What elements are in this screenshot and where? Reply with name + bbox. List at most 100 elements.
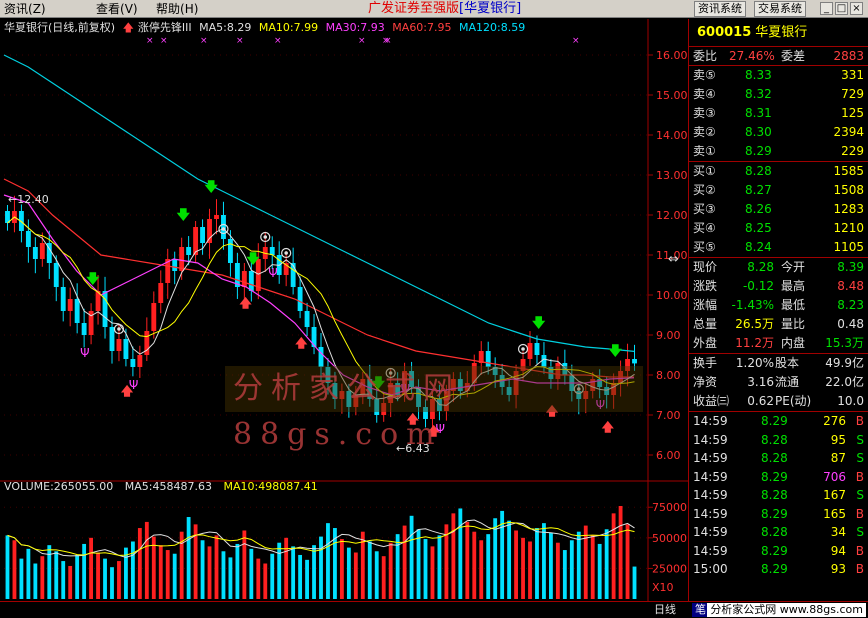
sell-row: 卖④ 8.32 729 [689,85,868,104]
menu-zixun[interactable]: 资讯(Z) [4,1,46,17]
stat-value: 15.3万 [825,336,864,350]
price-axis-label: 8.00 [656,369,681,382]
info-system-button[interactable]: 资讯系统 [694,1,746,17]
candle-down [604,387,610,395]
stat-label: 内盘 [781,336,806,350]
candle-up [513,371,519,395]
sell-signal-icon: 🡇 [609,344,623,359]
volume-bar-down [75,554,80,599]
volume-bar-down [576,531,581,599]
volume-bar-down [291,546,296,599]
tick-volume: 87 [830,451,846,465]
tick-time: 15:00 [693,562,728,576]
volume-bar-down [346,547,351,599]
tick-row: 14:59 8.29 706 B [689,468,868,487]
volume-bar-down [367,541,372,599]
cross-marker-icon: × [274,36,282,46]
candle-up [158,283,164,303]
stat-value: 8.48 [837,279,864,293]
kline-chart-area[interactable]: 16.00 15.00 14.00 13.00 12.00 11.00 10.00 9.00 8… [0,19,688,618]
tick-row: 14:59 8.29 94 B [689,542,868,561]
circle-marker-dot [221,227,226,231]
volume-bar-up [214,535,219,599]
maximize-button[interactable]: □ [835,2,848,15]
tick-price: 8.28 [761,488,788,502]
candle-up [137,355,143,367]
tick-row: 15:00 8.29 93 B [689,560,868,579]
candle-up [207,219,212,243]
indicator-name[interactable]: 涨停先锋III [138,21,192,34]
volume-bar-down [437,535,442,599]
volume-bar-up [625,524,630,599]
tick-row: 14:59 8.28 34 S [689,523,868,542]
stat-label: 现价 [693,260,718,274]
sell-price: 8.33 [745,68,772,82]
stat-row: 换手 1.20% 股本 49.9亿 [689,354,868,373]
sell-volume: 125 [841,106,864,120]
circle-marker-dot [284,251,288,255]
volume-bar-down [270,553,275,599]
candle-up [381,403,387,415]
sell-row: 卖① 8.29 229 [689,142,868,161]
app-title: 广发证券至强版[华夏银行] [368,1,522,16]
stat-row: 净资 3.16 流通 22.0亿 [689,373,868,392]
tick-side: B [855,562,864,576]
tick-price: 8.29 [761,543,788,558]
stat-value: -0.12 [742,279,774,293]
stat-row: 总量 26.5万 量比 0.48 [689,315,868,334]
buy-price: 8.28 [745,164,772,178]
psi-marker-icon: Ψ [401,382,410,396]
buy-signal-icon: 🡅 [239,296,252,310]
weibi-value: 27.46% [729,49,775,63]
stat-value: 0.62 [747,394,774,408]
cross-marker-icon: × [236,36,244,46]
volume-bar-up [430,546,435,599]
candle-up [590,379,596,391]
tick-list[interactable]: 14:59 8.29 276 B 14:59 8.28 95 S 14:59 8.28 87 S 14:… [689,412,868,579]
candle-down [423,407,428,419]
volume-bar-down [458,508,463,599]
volume-bar-down [47,545,52,599]
circle-marker-dot [263,235,268,239]
buy-price: 8.26 [745,202,772,216]
volume-axis-label: 50000 [652,532,687,545]
menu-view[interactable]: 查看(V) [96,1,138,17]
candle-up [555,363,561,379]
volume-bar-down [569,540,574,599]
volume-bar-down [235,543,240,599]
site-link[interactable]: 分析家公式网 www.88gs.com [707,603,866,617]
volume-ma5: MA5:458487.63 [124,480,212,493]
weicha-value: 2883 [833,49,864,63]
volume-bar-down [200,540,205,599]
tab-daily[interactable]: 日线 [654,603,676,617]
buy-signal-icon: 🡅 [546,404,559,418]
sell-row: 卖② 8.30 2394 [689,123,868,142]
volume-bar-up [40,556,45,599]
close-button[interactable]: × [850,2,863,15]
tick-side: S [856,525,864,539]
candle-down [374,399,380,415]
volume-bar-down [312,545,316,599]
volume-bar-up [158,545,163,599]
buy-signal-icon: 🡅 [602,420,615,434]
sell-orders: 卖⑤ 8.33 331 卖④ 8.32 729 卖③ 8.31 125 卖② 8.30 2394 卖① 8… [689,66,868,162]
menu-bar: 资讯(Z) 查看(V) 帮助(H) 广发证券至强版[华夏银行] 资讯系统 交易系… [0,0,868,18]
buy-label: 买③ [693,202,716,216]
ma10-value: MA10:7.99 [258,21,319,34]
buy-volume: 1283 [833,202,864,216]
psi-marker-icon: Ψ [80,346,89,360]
trade-system-button[interactable]: 交易系统 [754,1,806,17]
candle-down [485,351,491,367]
sell-label: 卖⑤ [693,68,716,82]
minimize-button[interactable]: _ [820,2,833,15]
tick-time: 14:59 [693,525,728,539]
psi-marker-icon: Ψ [596,398,605,412]
candle-down [534,343,540,355]
kline-chart[interactable]: 16.0015.0014.0013.0012.0011.0010.009.008… [0,19,688,618]
volume-bar-down [33,563,38,599]
candle-down [81,323,87,335]
stat-value: 11.2万 [735,336,774,350]
menu-help[interactable]: 帮助(H) [156,1,198,17]
candle-up [625,359,630,371]
stat-label: 外盘 [693,336,718,350]
